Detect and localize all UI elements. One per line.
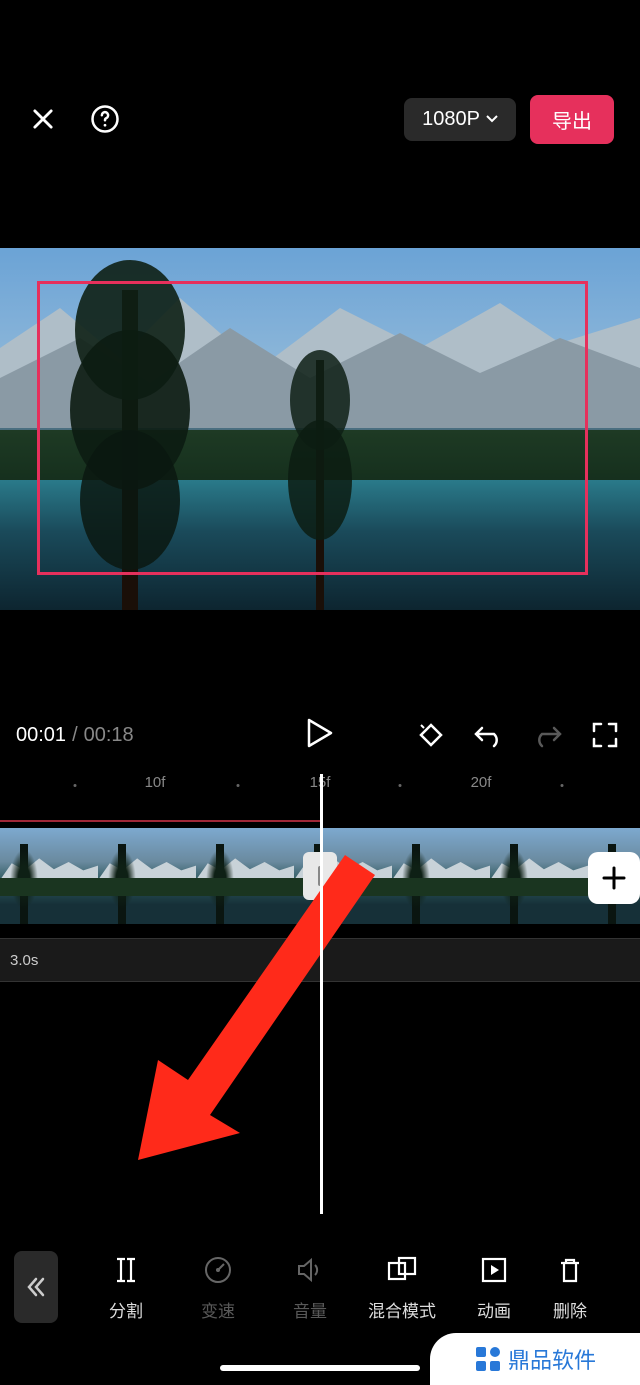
tool-label: 音量 [293,1297,327,1322]
home-indicator [220,1365,420,1371]
watermark: 鼎品软件 [430,1333,640,1385]
clip-thumbnail[interactable] [392,828,490,924]
export-button[interactable]: 导出 [530,95,614,144]
tool-animation[interactable]: 动画 [448,1253,540,1322]
keyframe-button[interactable] [416,720,446,750]
playhead[interactable] [320,774,323,1214]
volume-icon [293,1253,327,1287]
resolution-label: 1080P [422,108,480,131]
overlay-duration: 3.0s [10,952,38,969]
ruler-mark-10f: 10f [145,774,166,791]
delete-icon [553,1253,587,1287]
tool-blend[interactable]: 混合模式 [356,1253,448,1322]
redo-button[interactable] [532,720,562,750]
bottom-toolbar: 分割 变速 音量 混合模式 动画 删除 [0,1237,640,1337]
clip-thumbnail[interactable] [196,828,294,924]
chevron-down-icon [486,115,498,123]
animation-icon [477,1253,511,1287]
clip-thumbnail[interactable] [0,828,98,924]
watermark-text: 鼎品软件 [508,1343,596,1375]
toolbar-back-button[interactable] [14,1251,58,1323]
selection-frame[interactable] [37,281,588,575]
tool-volume[interactable]: 音量 [264,1253,356,1322]
ruler-tick [399,784,402,787]
time-current: 00:01 [16,724,66,747]
tool-label: 变速 [201,1297,235,1322]
tool-delete[interactable]: 删除 [540,1253,600,1322]
top-header: 1080P 导出 [0,94,640,144]
export-label: 导出 [552,111,592,133]
ruler-mark-20f: 20f [471,774,492,791]
help-button[interactable] [88,102,122,136]
time-separator: / [72,724,78,747]
time-total: 00:18 [84,724,134,747]
tool-split[interactable]: 分割 [80,1253,172,1322]
clip-selection-bar [0,820,320,822]
undo-button[interactable] [474,720,504,750]
chevrons-left-icon [25,1276,47,1298]
tool-label: 混合模式 [368,1297,436,1322]
add-clip-button[interactable] [588,852,640,904]
clip-thumbnail[interactable] [98,828,196,924]
ruler-tick [74,784,77,787]
resolution-selector[interactable]: 1080P [404,98,516,141]
clip-thumbnail[interactable] [490,828,588,924]
blend-icon [385,1253,419,1287]
fullscreen-button[interactable] [590,720,620,750]
speed-icon [201,1253,235,1287]
tool-label: 删除 [553,1297,587,1322]
watermark-logo-icon [474,1345,502,1373]
ruler-tick [237,784,240,787]
tool-speed[interactable]: 变速 [172,1253,264,1322]
video-preview[interactable] [0,248,640,610]
split-icon [109,1253,143,1287]
tool-label: 动画 [477,1297,511,1322]
playback-controls: 00:01 / 00:18 [0,712,640,758]
plus-icon [601,865,627,891]
close-button[interactable] [26,102,60,136]
ruler-tick [561,784,564,787]
play-button[interactable] [307,718,333,753]
tool-label: 分割 [109,1297,143,1322]
